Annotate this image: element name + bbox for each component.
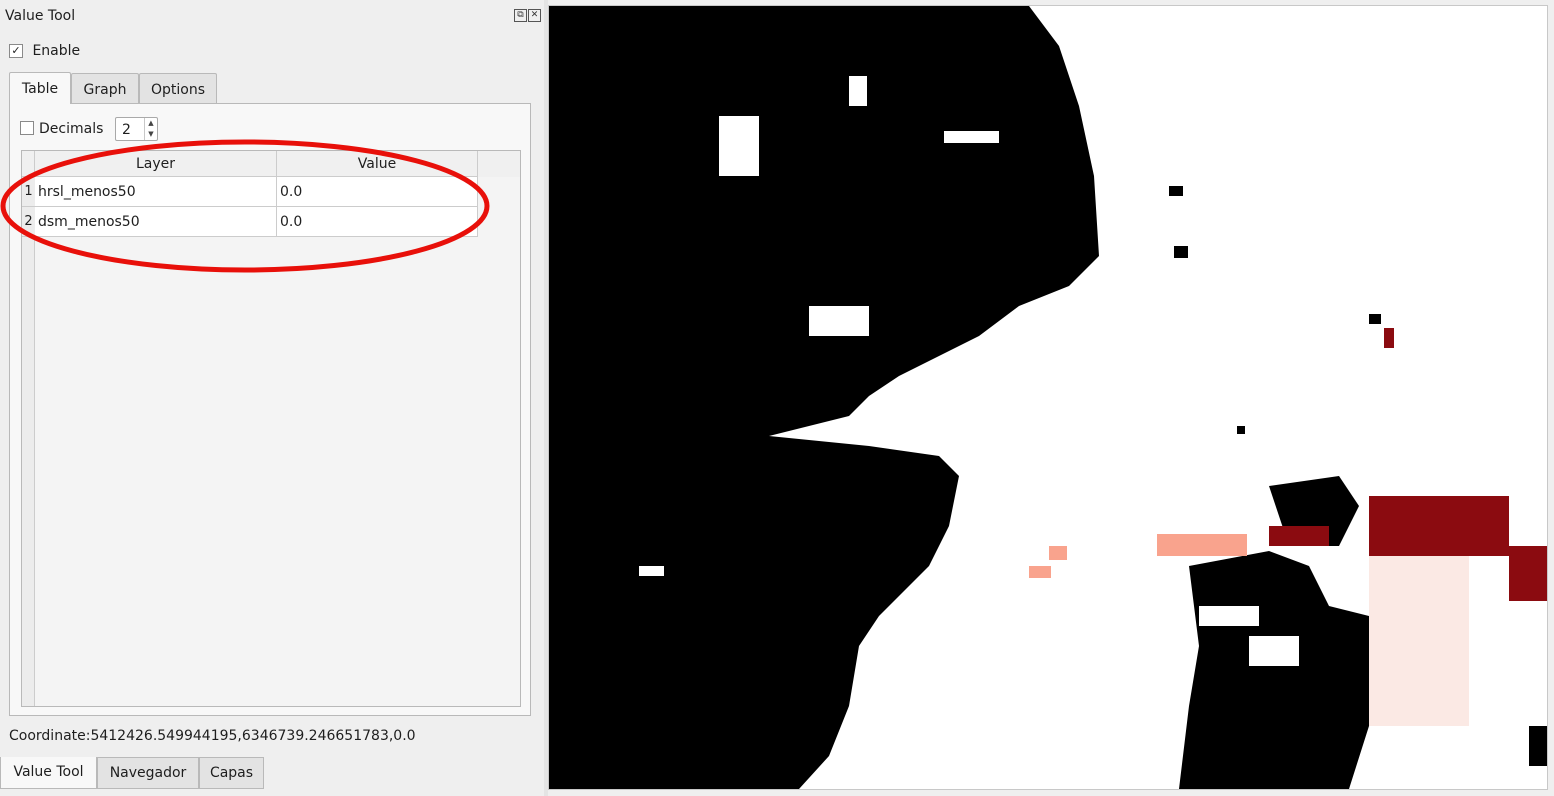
bottom-tab-capas[interactable]: Capas xyxy=(199,757,264,789)
salmon-patch-1 xyxy=(1157,534,1247,556)
float-icon[interactable]: ⧉ xyxy=(514,9,527,22)
decimals-checkbox[interactable] xyxy=(20,121,34,135)
dark-red-patch-4 xyxy=(1384,328,1394,348)
dark-red-patch-3 xyxy=(1269,526,1329,546)
white-speck-1 xyxy=(944,131,999,143)
decimals-spinbox[interactable]: 2 ▲ ▼ xyxy=(115,117,158,141)
dark-speck-2 xyxy=(1369,314,1381,324)
table-row[interactable]: 2 dsm_menos50 0.0 xyxy=(22,207,478,237)
white-speck-5 xyxy=(639,566,664,576)
decimals-label: Decimals xyxy=(39,121,104,137)
coordinate-readout: Coordinate:5412426.549944195,6346739.246… xyxy=(9,728,416,744)
salmon-patch-3 xyxy=(1029,566,1051,578)
bottom-tab-value-tool[interactable]: Value Tool xyxy=(0,757,97,789)
table-corner[interactable] xyxy=(22,151,35,177)
enable-row: ✓ Enable xyxy=(9,43,80,63)
dark-speck-3 xyxy=(1237,426,1245,434)
row-number: 1 xyxy=(22,177,35,207)
white-speck-6 xyxy=(1199,606,1259,626)
white-speck-4 xyxy=(809,306,869,336)
enable-checkbox[interactable]: ✓ xyxy=(9,44,23,58)
close-icon[interactable]: ✕ xyxy=(528,9,541,22)
value-tool-panel: Value Tool ⧉ ✕ ✓ Enable Table Graph Opti… xyxy=(0,0,544,796)
spin-down-icon[interactable]: ▼ xyxy=(145,129,157,140)
layer-cell[interactable]: dsm_menos50 xyxy=(35,207,277,237)
white-speck-7 xyxy=(1249,636,1299,666)
row-number: 2 xyxy=(22,207,35,237)
decimals-value: 2 xyxy=(122,122,131,138)
panel-title: Value Tool xyxy=(5,8,76,24)
map-canvas[interactable] xyxy=(548,5,1548,790)
panel-title-bar: Value Tool ⧉ ✕ xyxy=(0,0,544,32)
tab-options[interactable]: Options xyxy=(139,73,217,103)
dark-speck-4 xyxy=(1529,726,1547,766)
bottom-tab-navegador[interactable]: Navegador xyxy=(97,757,199,789)
layer-cell[interactable]: hrsl_menos50 xyxy=(35,177,277,207)
tab-graph[interactable]: Graph xyxy=(71,73,139,103)
table-row[interactable]: 1 hrsl_menos50 0.0 xyxy=(22,177,478,207)
pale-pink-patch xyxy=(1369,556,1469,726)
values-table: Layer Value 1 hrsl_menos50 0.0 2 dsm_men… xyxy=(21,150,521,707)
white-speck-2 xyxy=(849,76,867,106)
column-header-layer[interactable]: Layer xyxy=(35,151,277,177)
dark-speck-1 xyxy=(1174,246,1188,258)
white-speck-3 xyxy=(719,116,759,176)
salmon-patch-2 xyxy=(1049,546,1067,560)
dark-red-patch-2 xyxy=(1509,546,1547,601)
row-header-strip xyxy=(22,177,35,706)
dark-red-patch-1 xyxy=(1369,496,1509,556)
column-header-value[interactable]: Value xyxy=(277,151,478,177)
value-cell[interactable]: 0.0 xyxy=(277,177,478,207)
spin-up-icon[interactable]: ▲ xyxy=(145,118,157,129)
raster-layer xyxy=(549,6,1547,789)
value-cell[interactable]: 0.0 xyxy=(277,207,478,237)
table-header: Layer Value xyxy=(22,151,520,177)
dark-speck-5 xyxy=(1169,186,1183,196)
spin-arrows[interactable]: ▲ ▼ xyxy=(144,118,157,140)
tab-table[interactable]: Table xyxy=(9,72,71,104)
enable-label: Enable xyxy=(32,43,81,59)
